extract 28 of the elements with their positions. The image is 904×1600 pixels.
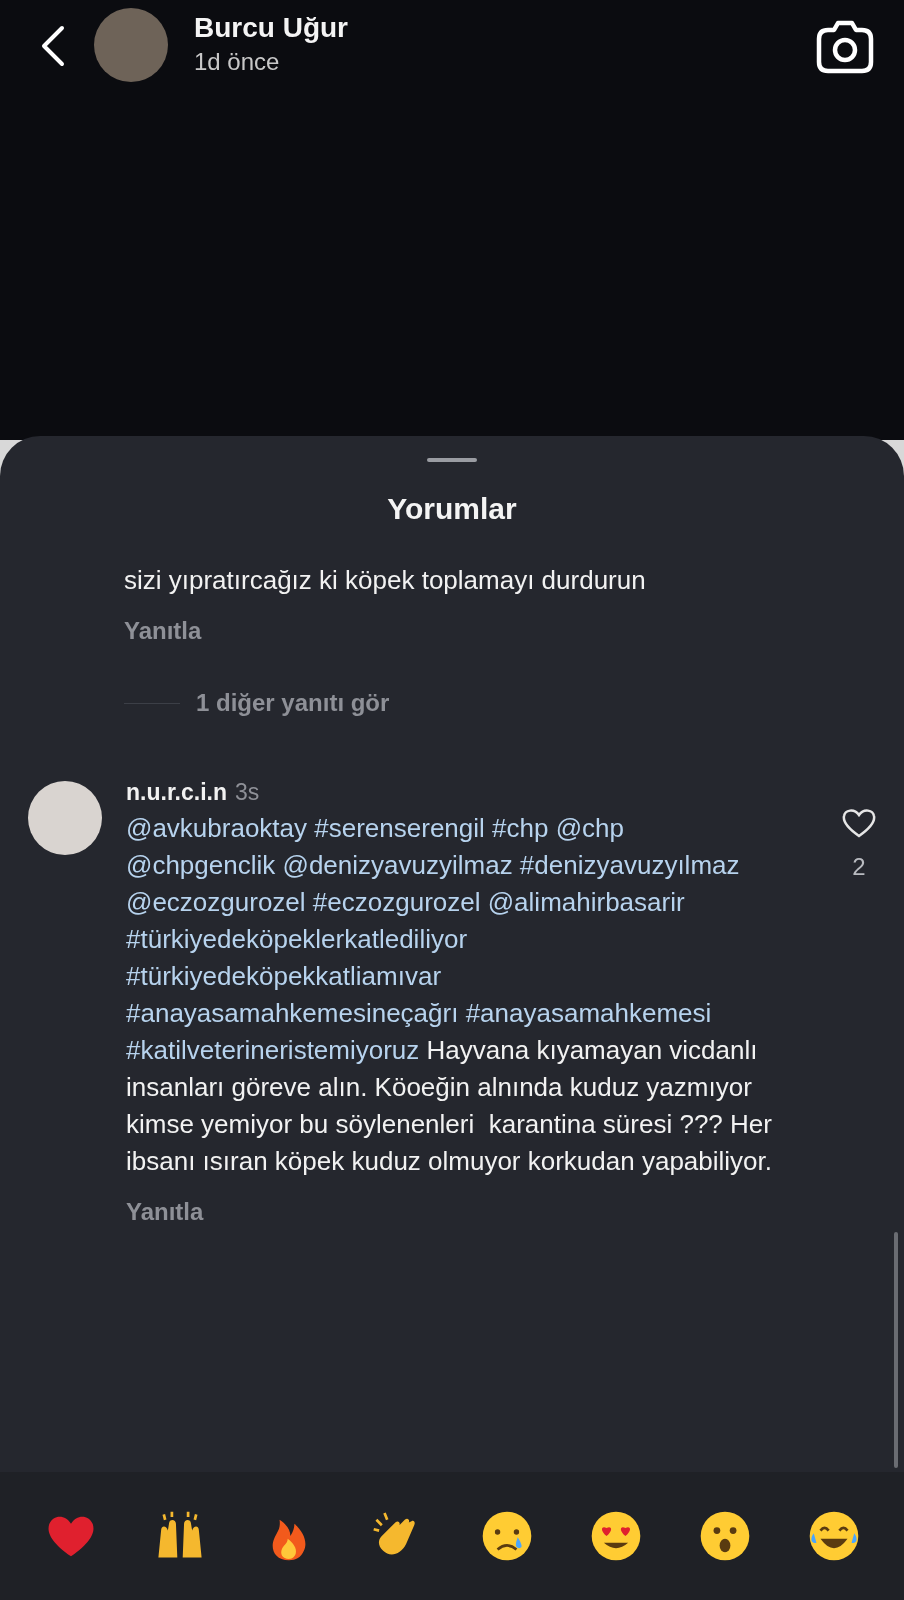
comment-text: sizi yıpratırcağız ki köpek toplamayı durdurun xyxy=(124,564,647,597)
hashtag-link[interactable]: #anayasamahkemesineçağrı xyxy=(126,998,459,1028)
hashtag-link[interactable]: @chp xyxy=(555,813,625,843)
hashtag-link[interactable]: #eczozgurozel xyxy=(312,887,481,917)
hashtag-link[interactable]: @eczozgurozel xyxy=(126,887,306,917)
hashtag-link[interactable]: @avkubraoktay xyxy=(126,813,308,843)
comment-text: @avkubraoktay #serenserengil #chp @chp @chpgenclik @denizyavuzyilmaz #denizyavuzyılmaz @eczozgurozel #eczozgurozel @alimahirbasarir #türkiyedeköpeklerkatlediliyor #türkiyedeköpekkatliamıvar #anayasamahkemesineçağrı #anayasamahkemesi #katilveterineristemiyoruz Hayvana kıyamayan vicdanlı insanları göreve alın. Köoeğin alnında kuduz yazmıyor kimse yemiyor bu söylenenleri karantina süresi ??? Her ibsanı ısıran köpek kuduz olmuyor korkudan yapabiliyor. xyxy=(126,812,773,1178)
user-name[interactable]: Burcu Uğur xyxy=(194,12,348,44)
reply-link[interactable]: Yanıtla xyxy=(126,1198,204,1226)
like-heart-icon[interactable] xyxy=(841,807,877,839)
hashtag-link[interactable]: #türkiyedeköpekkatliamıvar xyxy=(126,961,442,991)
comment-time: 3s xyxy=(234,779,260,806)
hashtag-link[interactable]: #denizyavuzyılmaz xyxy=(519,850,740,880)
hashtag-link[interactable]: #katilveterineristemiyoruz xyxy=(126,1035,420,1065)
hashtag-link[interactable]: @alimahirbasarir xyxy=(487,887,685,917)
hashtag-link[interactable]: #serenserengil xyxy=(314,813,485,843)
username[interactable]: n.u.r.c.i.n xyxy=(126,779,227,806)
camera-icon[interactable] xyxy=(816,20,874,74)
view-replies-link[interactable]: 1 diğer yanıtı gör xyxy=(196,689,390,717)
hashtag-link[interactable]: @chpgenclik xyxy=(126,850,276,880)
post-time: 1d önce xyxy=(194,48,281,76)
like-count: 2 xyxy=(852,853,866,881)
hashtag-link[interactable]: #anayasamahkemesi xyxy=(465,998,712,1028)
hashtag-link[interactable]: #türkiyedeköpeklerkatlediliyor xyxy=(126,924,468,954)
reply-link[interactable]: Yanıtla xyxy=(124,617,202,645)
hashtag-link[interactable]: @denizyavuzyilmaz xyxy=(282,850,513,880)
hashtag-link[interactable]: #chp xyxy=(492,813,549,843)
sheet-title: Yorumlar xyxy=(386,492,518,526)
